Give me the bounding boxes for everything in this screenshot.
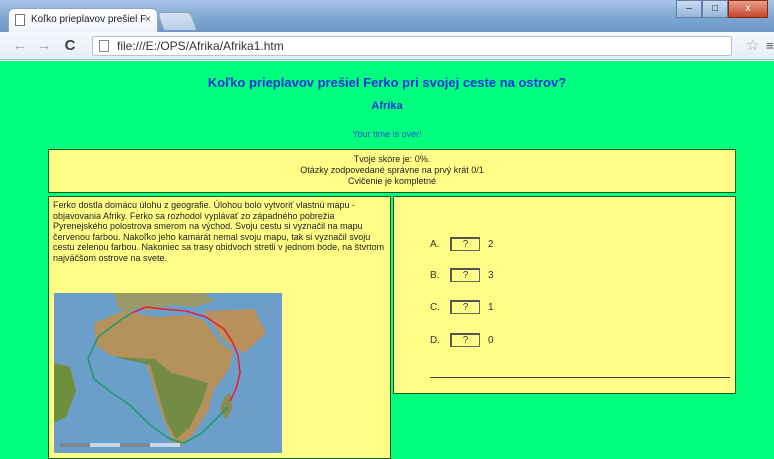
window-titlebar: Koľko prieplavov prešiel F × – □ x: [0, 0, 774, 32]
correct-answers-line: Otázky zodpovedané správne na prvý krát …: [300, 165, 484, 175]
question-text: Ferko dostla domácu úlohu z geografie. Ú…: [53, 200, 385, 263]
maximize-icon[interactable]: □: [702, 0, 728, 18]
address-bar[interactable]: file:///E:/OPS/Afrika/Afrika1.htm: [92, 36, 732, 56]
completion-line: Cvičenie je kompletné: [347, 176, 437, 186]
map-image: [54, 293, 282, 453]
option-value: 3: [488, 269, 494, 281]
score-line: Tvoje skóre je: 0%.: [353, 154, 431, 164]
answer-panel: A. ? 2 B. ? 3 C. ? 1 D. ? 0: [393, 196, 736, 394]
question-panel: Ferko dostla domácu úlohu z geografie. Ú…: [48, 196, 391, 459]
page-content: Koľko prieplavov prešiel Ferko pri svoje…: [0, 61, 774, 459]
minimize-icon[interactable]: –: [676, 0, 702, 18]
reload-icon[interactable]: C: [60, 36, 80, 56]
new-tab-button[interactable]: [156, 12, 198, 30]
close-window-icon[interactable]: x: [728, 0, 768, 18]
option-c-button[interactable]: ?: [450, 300, 480, 314]
window-controls: – □ x: [676, 0, 768, 18]
option-a-button[interactable]: ?: [450, 237, 480, 251]
option-a: A. ? 2: [430, 236, 494, 252]
option-b-button[interactable]: ?: [450, 268, 480, 282]
menu-icon[interactable]: ≡: [766, 38, 774, 53]
browser-tab[interactable]: Koľko prieplavov prešiel F ×: [8, 8, 158, 32]
tab-title: Koľko prieplavov prešiel F: [31, 14, 147, 25]
page-icon: [99, 40, 109, 52]
answer-divider: [430, 377, 730, 378]
africa-map: [54, 293, 282, 453]
page-subtitle: Afrika: [371, 100, 403, 112]
option-letter: C.: [430, 301, 440, 313]
forward-arrow-icon[interactable]: →: [34, 36, 54, 56]
option-d: D. ? 0: [430, 332, 494, 348]
option-letter: D.: [430, 334, 440, 346]
timer-message: Your time is over!: [352, 129, 422, 139]
page-title: Koľko prieplavov prešiel Ferko pri svoje…: [207, 75, 567, 90]
option-letter: B.: [430, 269, 440, 281]
score-box: Tvoje skóre je: 0%. Otázky zodpovedané s…: [48, 149, 736, 193]
option-c: C. ? 1: [430, 299, 494, 315]
url-text: file:///E:/OPS/Afrika/Afrika1.htm: [117, 39, 284, 53]
option-b: B. ? 3: [430, 267, 494, 283]
tab-close-icon[interactable]: ×: [145, 9, 151, 31]
page-favicon-icon: [15, 14, 25, 26]
star-icon[interactable]: ☆: [746, 36, 759, 54]
browser-toolbar: ← → C file:///E:/OPS/Afrika/Afrika1.htm …: [0, 32, 774, 60]
back-arrow-icon[interactable]: ←: [10, 36, 30, 56]
option-d-button[interactable]: ?: [450, 333, 480, 347]
option-value: 0: [488, 334, 494, 346]
option-value: 1: [488, 301, 494, 313]
option-value: 2: [488, 238, 494, 250]
option-letter: A.: [430, 238, 440, 250]
